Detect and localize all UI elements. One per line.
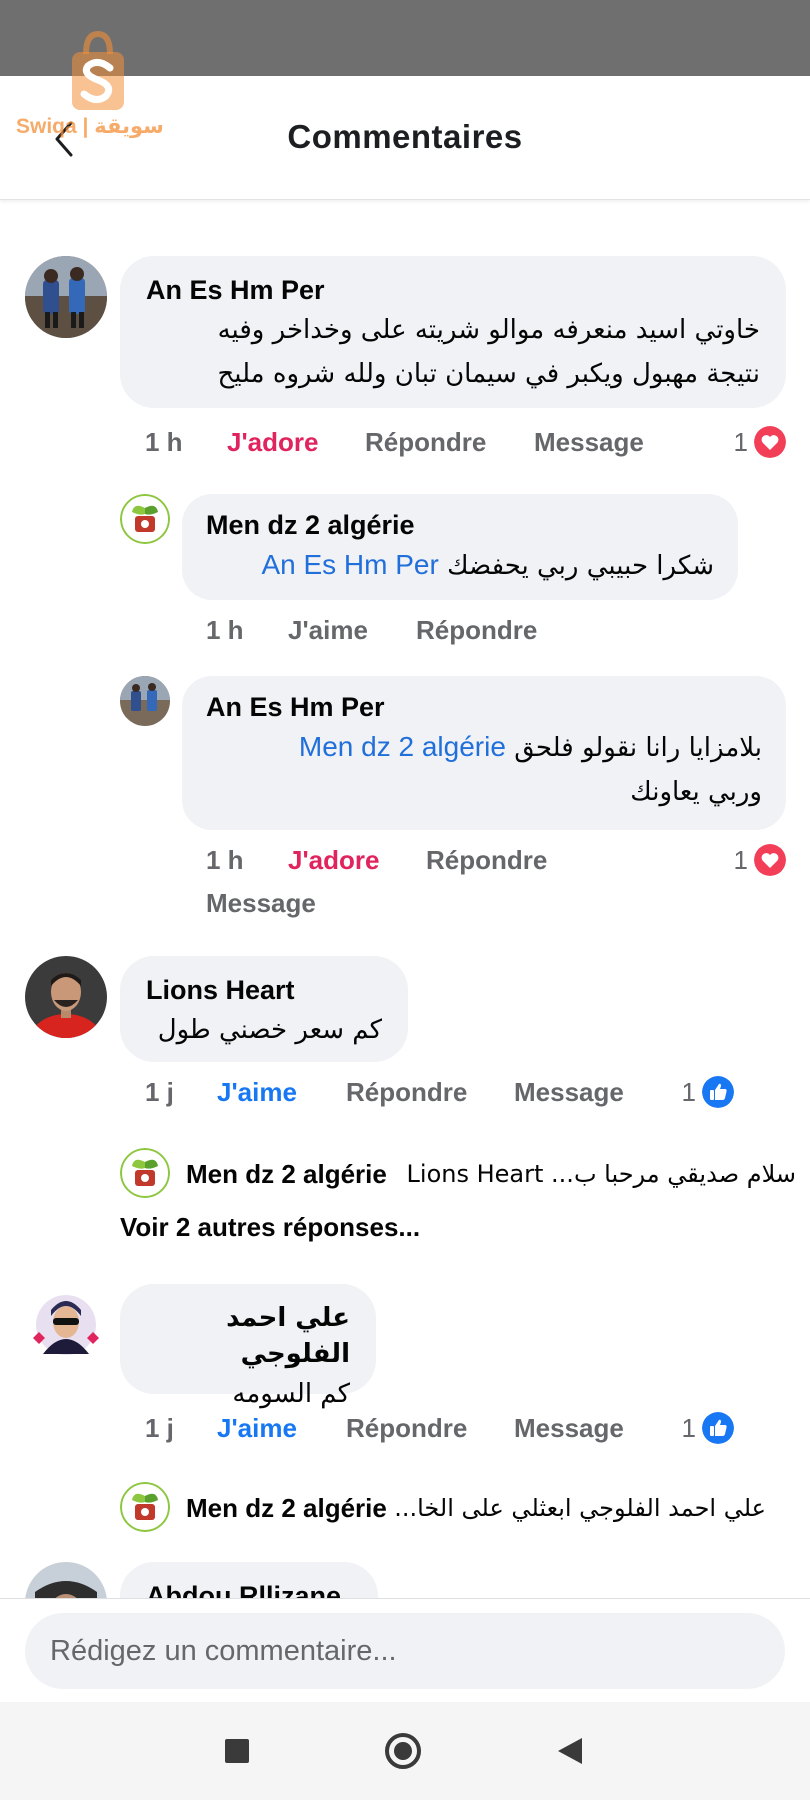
comment-time: 1 j <box>145 1077 174 1107</box>
message-button[interactable]: Message <box>514 1072 624 1112</box>
comment-actions: 1 j J'aime Répondre Message <box>145 1408 665 1448</box>
reply-button[interactable]: Répondre <box>416 610 537 650</box>
square-icon <box>225 1739 249 1763</box>
reaction-count[interactable]: 1 <box>700 422 786 462</box>
comment-actions: 1 h J'adore Répondre <box>206 840 606 880</box>
comment-time: 1 h <box>145 427 183 457</box>
comment-bubble[interactable]: Men dz 2 algérie شكرا حبيبي ربي يحفضك An… <box>182 494 738 600</box>
thumbs-up-reaction-icon <box>702 1076 734 1108</box>
comment-author[interactable]: علي احمد الفلوجي <box>146 1300 350 1372</box>
avatar[interactable] <box>120 1148 170 1198</box>
comment-bubble[interactable]: Abdou Rllizane <box>120 1562 378 1598</box>
comment-text: وربي يعاونك <box>630 777 762 807</box>
view-more-replies[interactable]: Voir 2 autres réponses... <box>120 1212 420 1243</box>
reply-preview[interactable]: Men dz 2 algérie علي احمد الفلوجي ابعثلي… <box>186 1484 766 1532</box>
react-button[interactable]: J'adore <box>288 840 379 880</box>
message-button[interactable]: Message <box>514 1408 624 1448</box>
heart-reaction-icon <box>754 844 786 876</box>
recents-button[interactable] <box>224 1738 250 1764</box>
comment-text: بلامزايا رانا نقولو فلحق Men dz 2 algéri… <box>298 731 762 763</box>
message-button[interactable]: Message <box>206 883 316 923</box>
like-button[interactable]: J'aime <box>217 1408 297 1448</box>
heart-reaction-icon <box>754 426 786 458</box>
comment-author[interactable]: An Es Hm Per <box>206 689 762 725</box>
avatar[interactable] <box>25 256 107 338</box>
thumbs-up-reaction-icon <box>702 1412 734 1444</box>
reaction-count[interactable]: 1 <box>650 1408 734 1448</box>
comment-bubble[interactable]: An Es Hm Per خاوتي اسيد منعرفه موالو شري… <box>120 256 786 408</box>
comment-actions: 1 j J'aime Répondre Message <box>145 1072 665 1112</box>
home-button[interactable] <box>384 1732 422 1770</box>
comment-time: 1 h <box>206 845 244 875</box>
like-button[interactable]: J'aime <box>288 610 368 650</box>
avatar[interactable] <box>120 1482 170 1532</box>
reaction-count-value: 1 <box>681 1077 696 1107</box>
comment-bubble[interactable]: An Es Hm Per بلامزايا رانا نقولو فلحق Me… <box>182 676 786 830</box>
reply-preview-text: علي احمد الفلوجي ابعثلي على الخا... <box>394 1494 766 1522</box>
reply-button[interactable]: Répondre <box>426 840 547 880</box>
mention-link[interactable]: An Es Hm Per <box>261 549 438 580</box>
comment-text: شكرا حبيبي ربي يحفضك An Es Hm Per <box>261 549 714 581</box>
reaction-count-value: 1 <box>733 427 748 457</box>
comment-actions: Message <box>206 883 406 923</box>
avatar[interactable] <box>25 956 107 1038</box>
message-button[interactable]: Message <box>534 422 644 462</box>
system-nav-bar <box>0 1702 810 1800</box>
avatar[interactable] <box>120 676 170 726</box>
comment-author[interactable]: Abdou Rllizane <box>146 1578 352 1598</box>
comment-text: نتيجة مهبول ويكبر في سيمان تبان ولله شرو… <box>217 359 760 389</box>
compose-bar: Rédigez un commentaire... <box>0 1598 810 1702</box>
reply-preview-text: سلام صديقي مرحبا ب... Lions Heart <box>406 1160 796 1188</box>
comment-bubble[interactable]: علي احمد الفلوجي كم السومه <box>120 1284 376 1409</box>
reaction-count-value: 1 <box>733 845 748 875</box>
avatar[interactable] <box>120 494 170 544</box>
watermark: Swiqa | سويقة <box>14 26 174 146</box>
comments-feed[interactable]: An Es Hm Per خاوتي اسيد منعرفه موالو شري… <box>0 200 810 1598</box>
comment-bubble[interactable]: Lions Heart كم سعر خصني طول <box>120 956 408 1062</box>
react-button[interactable]: J'adore <box>227 422 318 462</box>
comment-actions: 1 h J'aime Répondre <box>206 610 606 650</box>
reply-preview-author[interactable]: Men dz 2 algérie <box>186 1484 387 1532</box>
triangle-back-icon <box>558 1738 582 1764</box>
comment-author[interactable]: An Es Hm Per <box>146 272 760 308</box>
reply-preview-author[interactable]: Men dz 2 algérie <box>186 1150 387 1198</box>
comment-text: خاوتي اسيد منعرفه موالو شريته على وخداخر… <box>217 315 760 345</box>
circle-icon <box>385 1733 421 1769</box>
avatar[interactable] <box>25 1284 107 1366</box>
watermark-text: Swiqa | سويقة <box>16 115 164 138</box>
reply-button[interactable]: Répondre <box>346 1408 467 1448</box>
watermark-logo-icon <box>72 30 124 110</box>
reply-button[interactable]: Répondre <box>346 1072 467 1112</box>
comment-input[interactable]: Rédigez un commentaire... <box>25 1613 785 1689</box>
reply-button[interactable]: Répondre <box>365 422 486 462</box>
avatar[interactable] <box>25 1562 107 1598</box>
comment-text: كم سعر خصني طول <box>157 1015 382 1045</box>
reaction-count[interactable]: 1 <box>650 1072 734 1112</box>
reply-preview[interactable]: Men dz 2 algérie سلام صديقي مرحبا ب... L… <box>186 1150 796 1198</box>
comment-time: 1 j <box>145 1413 174 1443</box>
like-button[interactable]: J'aime <box>217 1072 297 1112</box>
reaction-count[interactable]: 1 <box>700 840 786 880</box>
nav-back-button[interactable] <box>556 1736 584 1766</box>
comment-author[interactable]: Men dz 2 algérie <box>206 507 714 543</box>
reaction-count-value: 1 <box>681 1413 696 1443</box>
mention-link[interactable]: Men dz 2 algérie <box>299 731 506 762</box>
comment-time: 1 h <box>206 615 244 645</box>
comment-actions: 1 h J'adore Répondre Message <box>145 422 675 462</box>
comment-author[interactable]: Lions Heart <box>146 972 382 1008</box>
